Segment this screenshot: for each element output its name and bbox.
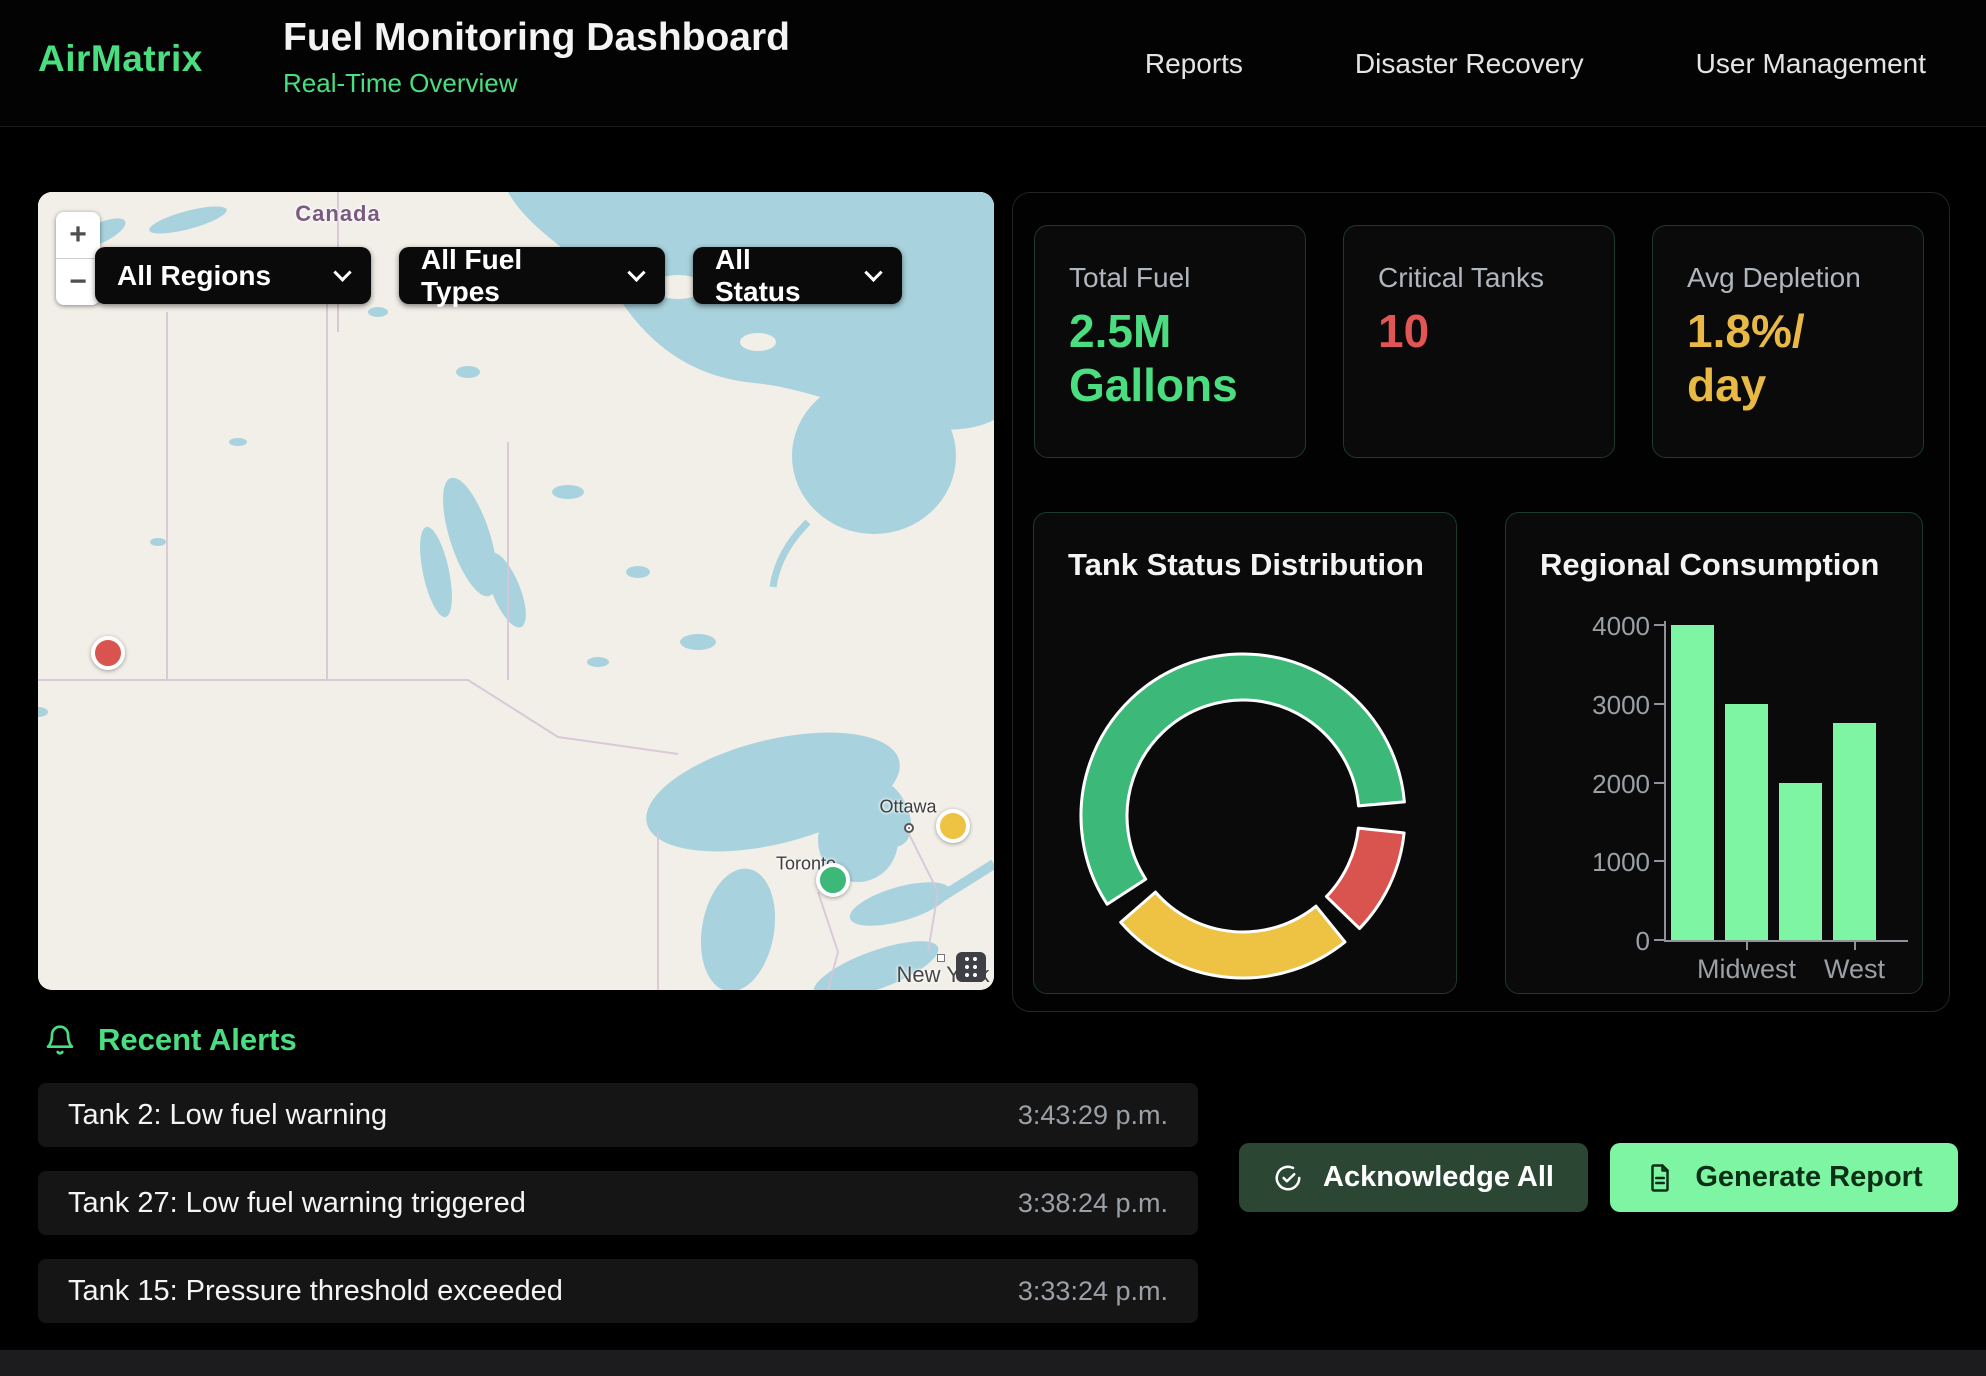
tank-status-chart-title: Tank Status Distribution	[1068, 547, 1424, 583]
map-zoom-control: + −	[56, 212, 100, 305]
regional-consumption-bar-chart: 0 1000 2000 3000 4000 Midwest West	[1506, 613, 1924, 983]
stat-label: Avg Depletion	[1687, 262, 1889, 294]
alert-text: Tank 2: Low fuel warning	[68, 1099, 387, 1132]
fuel-types-dropdown[interactable]: All Fuel Types	[399, 247, 665, 304]
top-nav: Reports Disaster Recovery User Managemen…	[1145, 0, 1926, 127]
donut-segment-red	[1326, 828, 1404, 928]
page-title: Fuel Monitoring Dashboard	[283, 16, 790, 60]
regions-dropdown-label: All Regions	[117, 260, 271, 292]
bar-Midwest	[1725, 704, 1768, 940]
alert-row[interactable]: Tank 15: Pressure threshold exceeded 3:3…	[38, 1259, 1198, 1323]
brand-logo[interactable]: AirMatrix	[38, 38, 203, 80]
alert-time: 3:38:24 p.m.	[1018, 1188, 1168, 1219]
alert-text: Tank 15: Pressure threshold exceeded	[68, 1275, 563, 1308]
alert-text: Tank 27: Low fuel warning triggered	[68, 1187, 526, 1220]
alert-row[interactable]: Tank 27: Low fuel warning triggered 3:38…	[38, 1171, 1198, 1235]
ottawa-town-icon	[904, 823, 914, 833]
regions-dropdown[interactable]: All Regions	[95, 247, 371, 304]
x-tick-label: West	[1824, 954, 1885, 985]
tank-marker[interactable]	[91, 636, 125, 670]
y-tick-label: 2000	[1510, 769, 1650, 800]
y-tick-mark	[1654, 703, 1664, 705]
alert-row[interactable]: Tank 2: Low fuel warning 3:43:29 p.m.	[38, 1083, 1198, 1147]
status-dropdown[interactable]: All Status	[693, 247, 902, 304]
map-terrain	[38, 192, 994, 990]
check-circle-icon	[1273, 1163, 1303, 1193]
stat-value: 1.8%/day	[1687, 304, 1889, 413]
y-tick-label: 0	[1510, 926, 1650, 957]
nav-disaster-recovery[interactable]: Disaster Recovery	[1355, 48, 1584, 80]
map[interactable]: Canada Ottawa Toronto New York + − All R…	[38, 192, 994, 990]
y-tick-label: 1000	[1510, 847, 1650, 878]
map-resize-handle[interactable]	[956, 952, 986, 982]
header: AirMatrix Fuel Monitoring Dashboard Real…	[0, 0, 1986, 127]
page-subtitle: Real-Time Overview	[283, 68, 790, 99]
x-tick-label: Midwest	[1697, 954, 1796, 985]
bar-col1	[1671, 625, 1714, 940]
nav-user-management[interactable]: User Management	[1696, 48, 1926, 80]
chevron-down-icon	[628, 264, 646, 282]
stat-card-avg-depletion: Avg Depletion 1.8%/day	[1652, 225, 1924, 458]
regional-consumption-chart-title: Regional Consumption	[1540, 547, 1879, 583]
zoom-in-button[interactable]: +	[56, 212, 100, 258]
bar-col3	[1779, 783, 1822, 941]
y-tick-mark	[1654, 624, 1664, 626]
x-tick-mark	[1746, 940, 1748, 950]
newyork-town-icon	[937, 954, 945, 962]
y-tick-mark	[1654, 782, 1664, 784]
bar-West	[1833, 723, 1876, 940]
stat-label: Critical Tanks	[1378, 262, 1580, 294]
map-label-canada: Canada	[295, 201, 380, 227]
y-tick-label: 4000	[1510, 611, 1650, 642]
donut-segment-yellow	[1121, 892, 1345, 978]
tank-status-donut-chart	[1073, 646, 1413, 986]
regional-consumption-chart-card: Regional Consumption 0 1000 2000 3000 4000 Mi…	[1505, 512, 1923, 994]
document-icon	[1645, 1163, 1675, 1193]
acknowledge-all-label: Acknowledge All	[1323, 1161, 1554, 1194]
x-axis	[1664, 940, 1908, 942]
nav-reports[interactable]: Reports	[1145, 48, 1243, 80]
bottom-bar	[0, 1350, 1986, 1376]
tank-marker[interactable]	[816, 863, 850, 897]
y-tick-label: 3000	[1510, 690, 1650, 721]
acknowledge-all-button[interactable]: Acknowledge All	[1239, 1143, 1588, 1212]
zoom-out-button[interactable]: −	[56, 259, 100, 305]
y-axis	[1664, 621, 1666, 940]
y-tick-mark	[1654, 939, 1664, 941]
map-label-ottawa: Ottawa	[879, 797, 936, 818]
bell-icon	[44, 1024, 76, 1056]
chevron-down-icon	[864, 264, 882, 282]
generate-report-button[interactable]: Generate Report	[1610, 1143, 1958, 1212]
tank-marker[interactable]	[936, 809, 970, 843]
stat-value: 10	[1378, 304, 1580, 358]
y-tick-mark	[1654, 860, 1664, 862]
stat-value: 2.5MGallons	[1069, 304, 1271, 413]
alerts-header: Recent Alerts	[44, 1022, 297, 1058]
stat-label: Total Fuel	[1069, 262, 1271, 294]
fuel-types-dropdown-label: All Fuel Types	[421, 244, 604, 308]
stat-card-total-fuel: Total Fuel 2.5MGallons	[1034, 225, 1306, 458]
alert-time: 3:43:29 p.m.	[1018, 1100, 1168, 1131]
chevron-down-icon	[333, 263, 351, 281]
title-block: Fuel Monitoring Dashboard Real-Time Over…	[283, 16, 790, 99]
alert-time: 3:33:24 p.m.	[1018, 1276, 1168, 1307]
x-tick-mark	[1854, 940, 1856, 950]
tank-status-chart-card: Tank Status Distribution	[1033, 512, 1457, 994]
alerts-title: Recent Alerts	[98, 1022, 297, 1058]
generate-report-label: Generate Report	[1695, 1161, 1922, 1194]
status-dropdown-label: All Status	[715, 244, 841, 308]
map-filters: All Regions All Fuel Types All Status	[95, 247, 902, 304]
stat-card-critical-tanks: Critical Tanks 10	[1343, 225, 1615, 458]
